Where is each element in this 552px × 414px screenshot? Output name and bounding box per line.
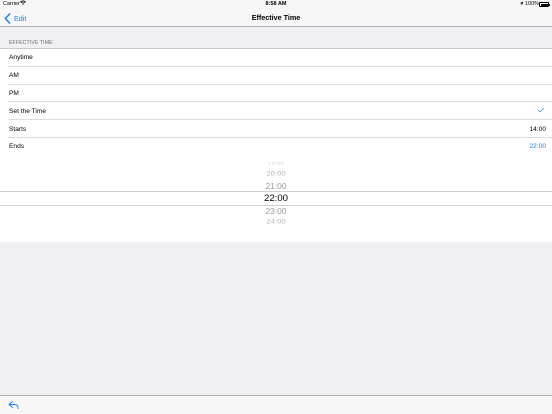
row-label: PM: [9, 89, 19, 97]
section-header: EFFECTIVE TIME: [9, 40, 53, 46]
row-set-the-time[interactable]: Set the Time: [0, 102, 552, 120]
picker-option[interactable]: 20:00: [0, 170, 552, 177]
effective-time-table: Anytime AM PM Set the Time Starts 14:00 …: [0, 48, 552, 156]
row-starts[interactable]: Starts 14:00: [0, 120, 552, 138]
row-label: Ends: [9, 143, 25, 151]
picker-option[interactable]: 23:00: [0, 206, 552, 216]
picker-selection-top-divider: [0, 191, 552, 192]
checkmark-icon: [538, 108, 544, 113]
picker-option[interactable]: 24:00: [0, 218, 552, 226]
row-anytime[interactable]: Anytime: [0, 49, 552, 67]
bottom-toolbar: [0, 395, 552, 414]
share-arrow-icon[interactable]: [8, 400, 20, 410]
ends-value: 22:00: [529, 143, 546, 151]
status-bar: Carrier 8:58 AM 100%: [0, 0, 552, 9]
battery-full-icon: [539, 2, 550, 7]
battery-percent: 100%: [525, 1, 540, 7]
row-label: AM: [9, 72, 19, 80]
row-pm[interactable]: PM: [0, 85, 552, 103]
picker-option-selected[interactable]: 22:00: [0, 193, 552, 204]
picker-option[interactable]: 19:00: [0, 162, 552, 166]
row-label: Starts: [9, 125, 27, 133]
row-ends[interactable]: Ends 22:00: [0, 138, 552, 156]
picker-option[interactable]: 21:00: [0, 181, 552, 191]
starts-value: 14:00: [529, 125, 546, 133]
status-time: 8:58 AM: [265, 1, 287, 7]
row-am[interactable]: AM: [0, 67, 552, 85]
location-arrow-icon: [519, 1, 524, 8]
navigation-bar: Edit Effective Time: [0, 9, 552, 27]
row-label: Set the Time: [9, 107, 47, 115]
row-label: Anytime: [9, 54, 33, 62]
time-picker[interactable]: 19:00 20:00 21:00 22:00 23:00 24:00: [0, 155, 552, 242]
page-title: Effective Time: [251, 13, 301, 22]
